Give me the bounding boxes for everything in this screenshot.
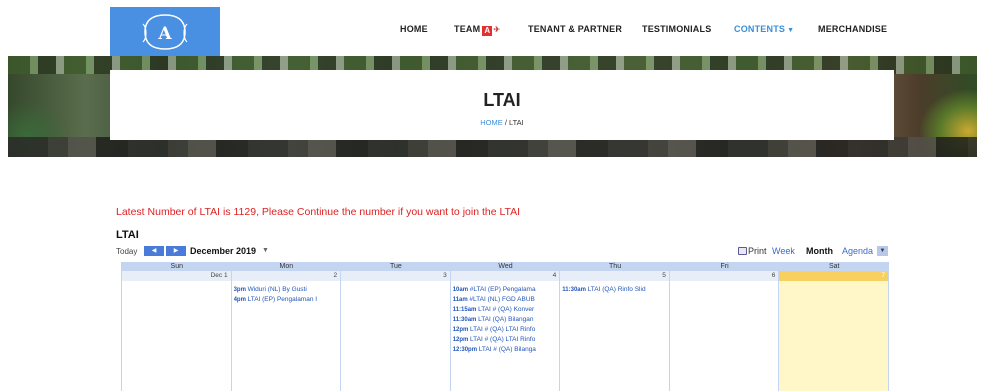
event-time: 12pm xyxy=(452,337,471,343)
calendar-event[interactable]: 11:30am LTAI (QA) Bilangan xyxy=(453,315,559,324)
event-time: 3pm xyxy=(233,287,248,293)
print-label: Print xyxy=(748,246,767,256)
chevron-right-icon: ▶ xyxy=(173,248,179,254)
next-month-button[interactable]: ▶ xyxy=(166,246,186,256)
calendar-event[interactable]: 11am #LTAI (NL) FGD ABUB xyxy=(453,295,559,304)
tab-agenda[interactable]: Agenda xyxy=(842,246,873,256)
day-number[interactable]: 3 xyxy=(341,271,450,281)
breadcrumb: HOME / LTAI xyxy=(110,118,894,127)
day-number[interactable]: Dec 1 xyxy=(122,271,231,281)
ltai-number-notice: Latest Number of LTAI is 1129, Please Co… xyxy=(116,206,521,218)
event-time: 11:30am xyxy=(562,287,588,293)
day-number[interactable]: 2 xyxy=(231,271,341,281)
main-nav: HOME TEAM A ✈ TENANT & PARTNER TESTIMONIAL… xyxy=(0,24,985,38)
event-time: 4pm xyxy=(233,297,248,303)
calendar-event[interactable]: 11:15am LTAI # (QA) Konver xyxy=(453,305,559,314)
event-title: #LTAI (NL) FGD ABUB xyxy=(469,296,535,303)
day-cell[interactable]: 3 xyxy=(341,271,451,391)
event-time: 11am xyxy=(452,297,470,303)
page-root: A HOME TEAM A ✈ TENANT & PARTNER TESTIMONI… xyxy=(0,0,985,391)
tab-month[interactable]: Month xyxy=(806,246,833,256)
current-month-label: December 2019 xyxy=(190,246,257,256)
printer-icon xyxy=(738,247,747,255)
weekday-thu: Thu xyxy=(609,263,622,270)
team-badge-icon: A xyxy=(482,26,493,36)
today-button[interactable]: Today xyxy=(116,247,137,256)
day-number[interactable]: 4 xyxy=(450,271,560,281)
event-title: LTAI (QA) Rinfo Slid xyxy=(587,286,646,293)
nav-merchandise-label: MERCHANDISE xyxy=(818,24,888,34)
event-title: #LTAI (EP) Pengalama xyxy=(469,286,536,293)
weekday-tue: Tue xyxy=(390,263,402,270)
day-number[interactable]: 7 xyxy=(779,271,888,281)
weekday-wed: Wed xyxy=(498,263,513,270)
calendar-title: LTAI xyxy=(116,229,139,241)
nav-contents-label: CONTENTS xyxy=(734,24,786,34)
calendar-event[interactable]: 12pm LTAI # (QA) LTAI Rinfo xyxy=(453,335,559,344)
event-title: LTAI # (QA) LTAI Rinfo xyxy=(470,326,536,333)
weekday-header-row: Sun Mon Tue Wed Thu Fri Sat xyxy=(122,262,889,271)
nav-item-team[interactable]: TEAM A ✈ xyxy=(454,24,500,36)
nav-tenant-label: TENANT & PARTNER xyxy=(528,24,623,34)
event-title: LTAI (EP) Pengalaman I xyxy=(247,296,318,303)
calendar-event[interactable]: 3pm Widuri (NL) By Gusti xyxy=(234,285,340,294)
event-time: 11:15am xyxy=(452,307,479,313)
weekday-sun: Sun xyxy=(170,263,184,270)
calendar-event[interactable]: 10am #LTAI (EP) Pengalama xyxy=(453,285,559,294)
tab-week[interactable]: Week xyxy=(772,246,795,256)
weekday-mon: Mon xyxy=(279,263,294,270)
event-title: LTAI (QA) Bilangan xyxy=(478,316,534,323)
nav-item-home[interactable]: HOME xyxy=(400,24,428,34)
calendar-event[interactable]: 12:30pm LTAI # (QA) Bilanga xyxy=(453,345,559,354)
nav-testimonials-label: TESTIMONIALS xyxy=(642,24,712,34)
month-picker-caret-icon[interactable]: ▼ xyxy=(262,247,269,254)
print-button[interactable]: Print xyxy=(738,246,767,256)
chevron-down-icon: ▼ xyxy=(787,27,795,34)
day-cell[interactable]: 6 xyxy=(669,271,780,391)
event-time: 10am xyxy=(452,287,470,293)
banner-bottom-strip xyxy=(8,137,977,157)
chevron-left-icon: ◀ xyxy=(151,248,157,254)
day-number[interactable]: 6 xyxy=(669,271,779,281)
rocket-icon: ✈ xyxy=(493,25,501,34)
event-time: 12pm xyxy=(452,327,471,333)
breadcrumb-home-link[interactable]: HOME xyxy=(480,118,503,127)
weekday-sat: Sat xyxy=(828,263,840,270)
event-title: LTAI # (QA) Konver xyxy=(478,306,535,313)
day-cell[interactable]: 7 xyxy=(779,271,889,391)
day-cell[interactable]: 4 10am #LTAI (EP) Pengalama 11am #LTAI (NL… xyxy=(450,271,561,391)
page-title: LTAI xyxy=(483,90,521,110)
nav-item-testimonials[interactable]: TESTIMONIALS xyxy=(642,24,711,34)
event-time: 12:30pm xyxy=(452,347,479,353)
weekday-fri: Fri xyxy=(720,263,729,270)
day-cell[interactable]: 2 3pm Widuri (NL) By Gusti 4pm LTAI (EP) P… xyxy=(231,271,342,391)
nav-item-contents[interactable]: CONTENTS ▼ xyxy=(734,24,794,34)
page-title-box: LTAI HOME / LTAI xyxy=(110,70,894,140)
event-title: Widuri (NL) By Gusti xyxy=(247,286,307,293)
event-time: 11:30am xyxy=(452,317,479,323)
calendar-month-grid: Sun Mon Tue Wed Thu Fri Sat Dec 1 2 3pm Widuri (… xyxy=(121,262,889,391)
calendar-event[interactable]: 12pm LTAI # (QA) LTAI Rinfo xyxy=(453,325,559,334)
day-number[interactable]: 5 xyxy=(560,271,669,281)
nav-team-label: TEAM xyxy=(454,24,481,34)
prev-month-button[interactable]: ◀ xyxy=(144,246,164,256)
nav-item-merchandise[interactable]: MERCHANDISE xyxy=(818,24,887,34)
calendar-event[interactable]: 11:30am LTAI (QA) Rinfo Slid xyxy=(562,285,668,294)
nav-item-tenant-partner[interactable]: TENANT & PARTNER xyxy=(528,24,622,34)
day-cell[interactable]: 5 11:30am LTAI (QA) Rinfo Slid xyxy=(560,271,670,391)
event-title: LTAI # (QA) LTAI Rinfo xyxy=(470,336,536,343)
breadcrumb-current: LTAI xyxy=(509,118,524,127)
view-menu-caret-icon[interactable]: ▼ xyxy=(877,246,888,256)
calendar-event[interactable]: 4pm LTAI (EP) Pengalaman I xyxy=(234,295,340,304)
day-cell[interactable]: Dec 1 xyxy=(122,271,232,391)
nav-home-label: HOME xyxy=(400,24,428,34)
event-title: LTAI # (QA) Bilanga xyxy=(478,346,536,353)
